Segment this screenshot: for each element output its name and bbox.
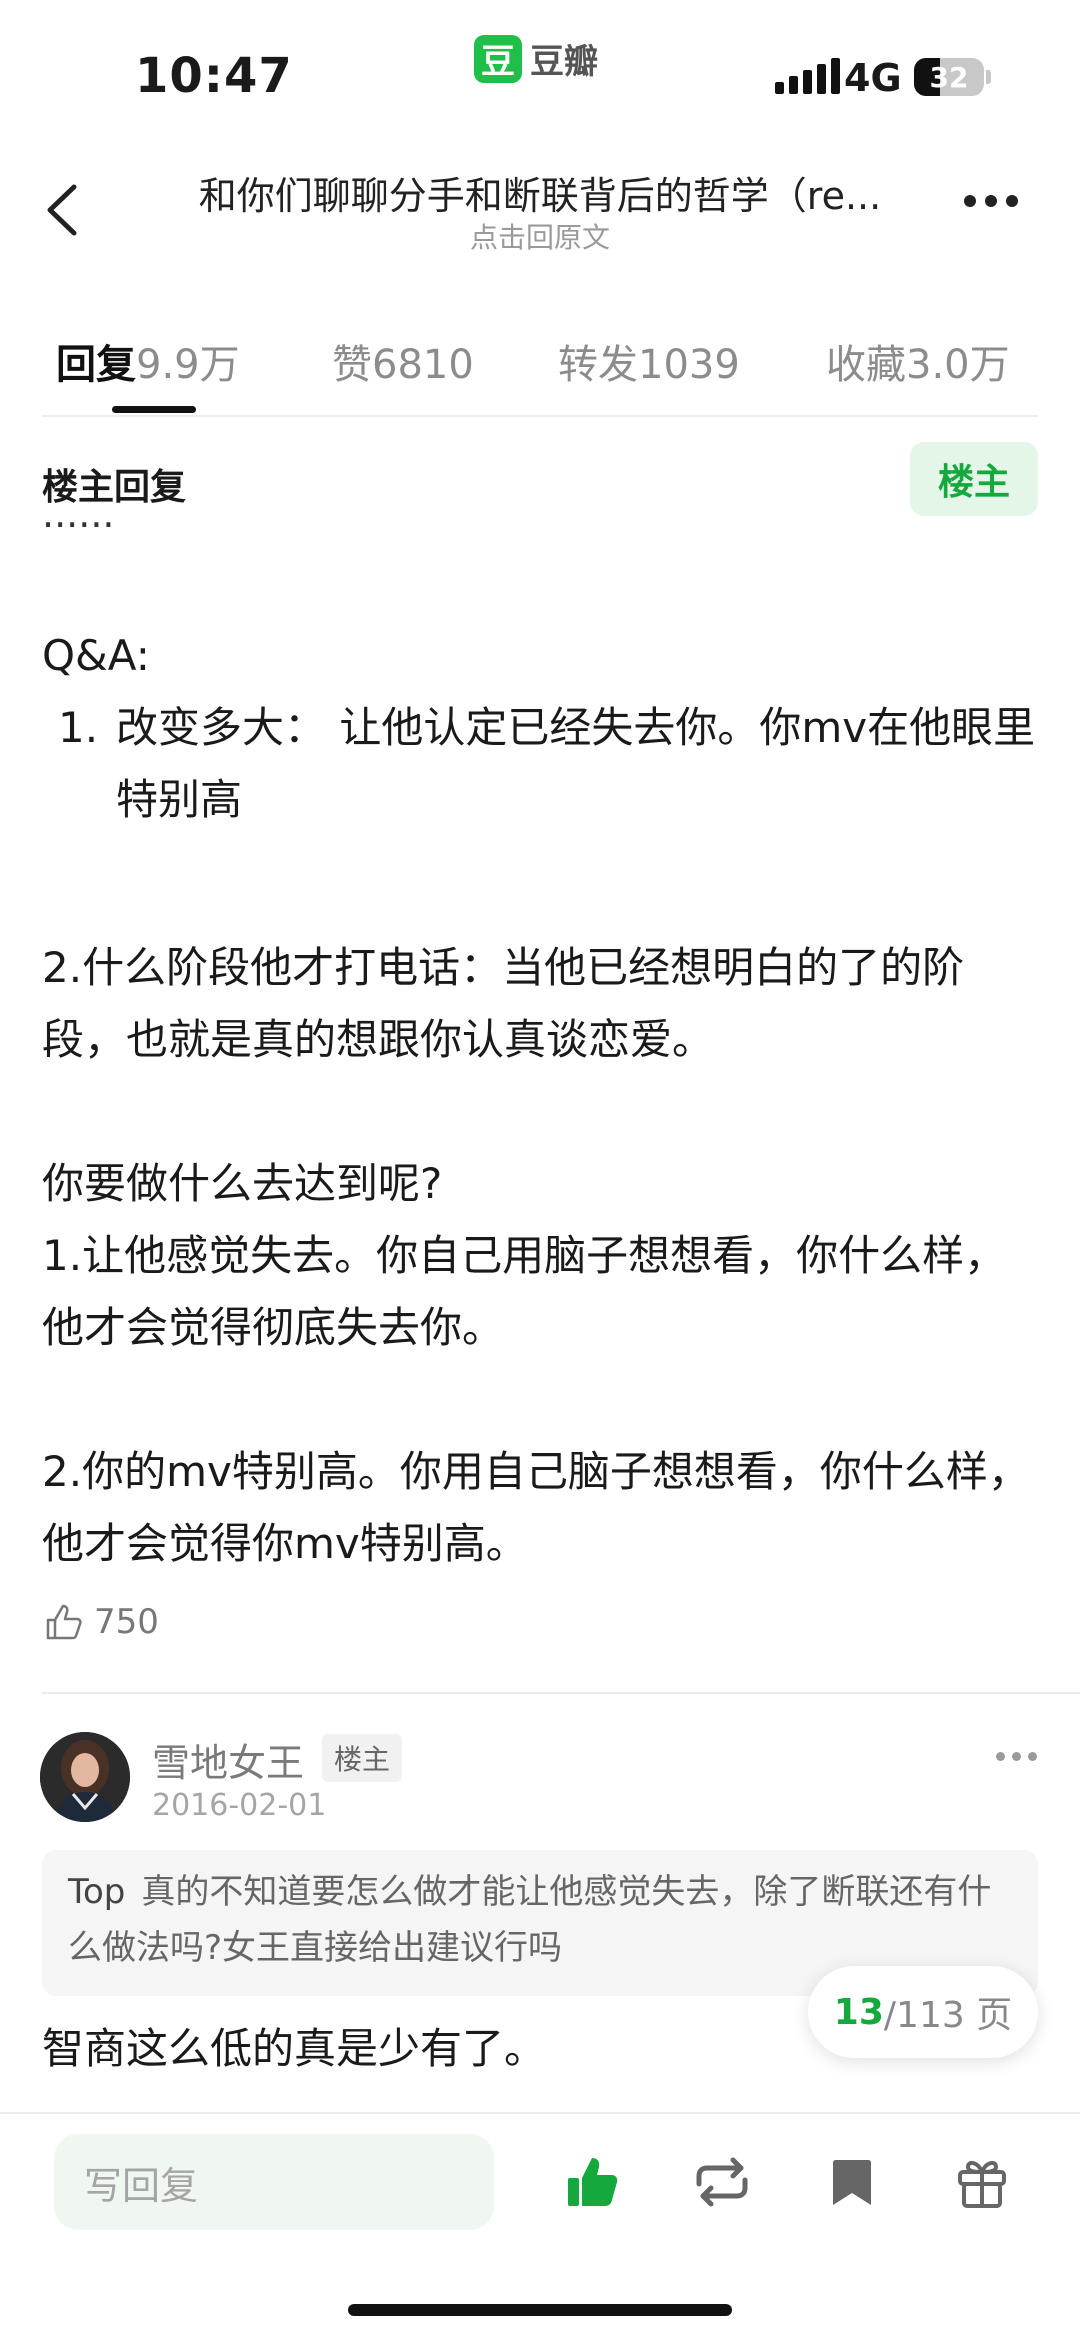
douban-logo-icon: 豆 bbox=[474, 34, 522, 83]
paragraph: 你要做什么去达到呢? bbox=[42, 1159, 443, 1208]
thumbs-up-filled-icon bbox=[568, 2158, 618, 2206]
like-post-button[interactable] bbox=[562, 2150, 626, 2214]
total-pages: /113 页 bbox=[883, 1995, 1013, 2036]
owner-reply-header: 楼主回复 bbox=[42, 467, 187, 508]
back-to-original-link[interactable]: 点击回原文 bbox=[170, 216, 910, 256]
avatar-image bbox=[40, 1732, 130, 1822]
page-title[interactable]: 和你们聊聊分手和断联背后的哲学（re... bbox=[170, 165, 910, 220]
gift-button[interactable] bbox=[950, 2150, 1014, 2214]
owner-badge: 楼主 bbox=[322, 1734, 403, 1782]
tab-favorites[interactable]: 收藏3.0万 bbox=[826, 332, 1010, 390]
app-name: 豆瓣 bbox=[530, 42, 598, 82]
list-item-text: 改变多大： 让他认定已经失去你。你mv在他眼里特别高 bbox=[116, 703, 1036, 824]
qa-label: Q&A: bbox=[42, 631, 150, 680]
battery-level: 32 bbox=[929, 61, 969, 94]
comment-body: 智商这么低的真是少有了。 bbox=[42, 2024, 547, 2073]
clipped-text: ...... bbox=[42, 520, 242, 540]
signal-icon bbox=[775, 58, 840, 94]
like-button[interactable]: 750 bbox=[42, 1600, 159, 1644]
repost-button[interactable] bbox=[690, 2150, 754, 2214]
back-button[interactable] bbox=[36, 175, 96, 245]
thumbs-up-icon bbox=[46, 1604, 82, 1640]
owner-reply-content: Q&A: 1. 改变多大： 让他认定已经失去你。你mv在他眼里特别高 2.什么阶… bbox=[42, 620, 1038, 1580]
comment-author[interactable]: 雪地女王 bbox=[152, 1732, 304, 1787]
chevron-left-icon bbox=[47, 184, 77, 236]
paragraph: 1.让他感觉失去。你自己用脑子想想看，你什么样，他才会觉得彻底失去你。 bbox=[42, 1231, 1007, 1352]
tab-active-indicator bbox=[112, 406, 196, 413]
tab-reposts[interactable]: 转发1039 bbox=[558, 332, 740, 390]
quote-text: 真的不知道要怎么做才能让他感觉失去，除了断联还有什么做法吗?女王直接给出建议行吗 bbox=[68, 1872, 992, 1968]
page-indicator-button[interactable]: 13/113 页 bbox=[808, 1966, 1038, 2058]
gift-icon bbox=[958, 2160, 1006, 2208]
bookmark-icon bbox=[833, 2160, 871, 2205]
tab-bar: 回复9.9万 赞6810 转发1039 收藏3.0万 bbox=[0, 318, 1080, 418]
divider bbox=[42, 1692, 1080, 1694]
comment-date: 2016-02-01 bbox=[152, 1788, 327, 1823]
divider bbox=[42, 415, 1038, 417]
list-number: 1. bbox=[58, 703, 99, 752]
network-type: 4G bbox=[844, 56, 902, 100]
home-indicator bbox=[348, 2304, 732, 2316]
paragraph: 2.什么阶段他才打电话：当他已经想明白的了的阶段，也就是真的想跟你认真谈恋爱。 bbox=[42, 943, 965, 1064]
owner-filter-button[interactable]: 楼主 bbox=[910, 442, 1038, 516]
tab-replies[interactable]: 回复9.9万 bbox=[56, 332, 240, 390]
divider bbox=[0, 2112, 1080, 2114]
comment-more-icon[interactable] bbox=[996, 1752, 1037, 1761]
app-badge: 豆 豆瓣 bbox=[474, 34, 598, 83]
reply-input[interactable]: 写回复 bbox=[54, 2134, 494, 2230]
status-time: 10:47 bbox=[135, 48, 293, 104]
bookmark-button[interactable] bbox=[820, 2150, 884, 2214]
quote-lead: Top bbox=[68, 1872, 126, 1912]
like-count: 750 bbox=[94, 1602, 159, 1642]
avatar[interactable] bbox=[40, 1732, 130, 1822]
status-bar: 10:47 豆 豆瓣 4G 32 bbox=[0, 0, 1080, 140]
current-page: 13 bbox=[833, 1991, 884, 2033]
more-options-icon[interactable] bbox=[964, 195, 1018, 207]
tab-likes[interactable]: 赞6810 bbox=[332, 332, 474, 390]
list-item: 1. 改变多大： 让他认定已经失去你。你mv在他眼里特别高 bbox=[42, 692, 1038, 836]
paragraph: 2.你的mv特别高。你用自己脑子想想看，你什么样，他才会觉得你mv特别高。 bbox=[42, 1447, 1030, 1568]
repost-icon bbox=[696, 2157, 748, 2207]
battery-icon: 32 bbox=[914, 58, 984, 96]
